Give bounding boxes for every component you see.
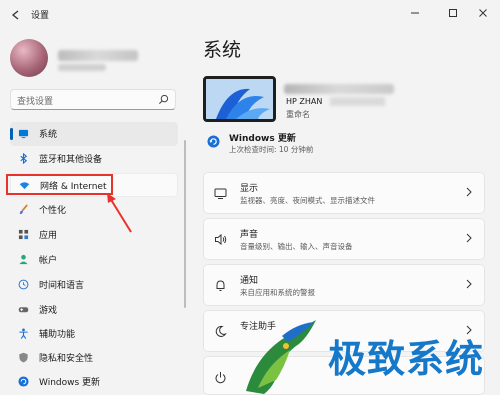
card-title: 声音	[240, 230, 259, 240]
window-title: 设置	[31, 11, 50, 21]
card-description: 来自应用和系统的警报	[240, 288, 315, 297]
sidebar-item-label: 应用	[39, 231, 58, 241]
sidebar-item-label: Windows 更新	[39, 378, 101, 388]
highlight-box	[6, 174, 113, 195]
windows-update-icon	[207, 135, 220, 148]
sidebar-item-label: 个性化	[39, 206, 67, 216]
brush-icon	[19, 204, 28, 215]
bell-icon	[216, 280, 225, 291]
chevron-right-icon	[466, 187, 472, 197]
device-name: HP ZHAN	[286, 97, 323, 106]
sidebar-item-time-language[interactable]: 时间和语言	[10, 273, 178, 297]
sidebar-item-label: 游戏	[39, 306, 58, 316]
account-email-redacted	[58, 64, 106, 71]
settings-card-sound[interactable]: 声音 音量级别、输出、输入、声音设备	[203, 218, 485, 260]
card-title: 显示	[240, 184, 259, 194]
selection-indicator	[10, 128, 13, 140]
card-description: 音量级别、输出、输入、声音设备	[240, 242, 353, 251]
card-title: 通知	[240, 276, 259, 286]
search-icon	[158, 94, 169, 105]
minimize-icon	[411, 12, 419, 14]
back-icon[interactable]	[10, 9, 22, 21]
sidebar-item-accessibility[interactable]: 辅助功能	[10, 322, 178, 346]
sidebar-item-windows-update[interactable]: Windows 更新	[10, 370, 178, 394]
watermark-logo	[246, 320, 316, 394]
sidebar-item-apps[interactable]: 应用	[10, 223, 178, 247]
minimize-button[interactable]	[398, 0, 432, 26]
device-thumbnail	[203, 76, 276, 122]
gamepad-icon	[18, 307, 29, 313]
account-name-redacted	[58, 50, 138, 61]
rename-link[interactable]: 重命名	[286, 109, 310, 120]
avatar[interactable]	[10, 39, 48, 77]
device-model-redacted	[284, 84, 394, 94]
update-icon	[18, 376, 29, 387]
sidebar-item-label: 辅助功能	[39, 330, 76, 340]
sidebar-item-accounts[interactable]: 帐户	[10, 248, 178, 272]
maximize-button[interactable]	[436, 0, 470, 26]
sidebar-item-label: 系统	[39, 130, 58, 140]
person-icon	[19, 254, 28, 265]
power-icon	[215, 372, 226, 384]
title-bar: 设置	[0, 0, 500, 30]
sidebar-item-label: 蓝牙和其他设备	[39, 155, 103, 165]
search-placeholder: 查找设置	[17, 97, 54, 107]
apps-icon	[18, 229, 29, 240]
sidebar-item-label: 隐私和安全性	[39, 354, 94, 364]
moon-icon	[215, 325, 227, 337]
sidebar-item-gaming[interactable]: 游戏	[10, 298, 178, 322]
chevron-right-icon	[466, 279, 472, 289]
device-name-redacted	[330, 97, 385, 106]
globe-clock-icon	[18, 279, 29, 290]
maximize-icon	[449, 9, 457, 17]
windows-update-title[interactable]: Windows 更新	[229, 131, 296, 144]
close-icon	[479, 9, 487, 17]
display-icon	[214, 188, 227, 199]
settings-card-notifications[interactable]: 通知 来自应用和系统的警报	[203, 264, 485, 306]
speaker-icon	[215, 233, 227, 246]
sidebar-item-label: 时间和语言	[39, 281, 85, 291]
sidebar-item-privacy[interactable]: 隐私和安全性	[10, 346, 178, 370]
search-input[interactable]: 查找设置	[10, 89, 176, 110]
shield-icon	[19, 352, 28, 363]
sidebar-item-bluetooth[interactable]: 蓝牙和其他设备	[10, 147, 178, 171]
close-button[interactable]	[466, 0, 500, 26]
sidebar-scrollbar[interactable]	[184, 140, 186, 308]
sidebar-item-personalization[interactable]: 个性化	[10, 198, 178, 222]
monitor-icon	[18, 129, 29, 139]
settings-card-display[interactable]: 显示 监视器、亮度、夜间模式、显示描述文件	[203, 172, 485, 214]
page-title: 系统	[203, 39, 242, 61]
bluetooth-icon	[20, 153, 28, 164]
sidebar-item-label: 帐户	[39, 256, 58, 266]
annotation-arrow	[107, 193, 132, 233]
sidebar-item-system[interactable]: 系统	[10, 122, 178, 146]
windows-bloom-wallpaper	[206, 79, 273, 119]
watermark-text: 极致系统	[328, 337, 485, 381]
accessibility-icon	[19, 328, 28, 339]
card-description: 监视器、亮度、夜间模式、显示描述文件	[240, 196, 375, 205]
windows-update-status: 上次检查时间: 10 分钟前	[229, 145, 314, 154]
chevron-right-icon	[466, 233, 472, 243]
